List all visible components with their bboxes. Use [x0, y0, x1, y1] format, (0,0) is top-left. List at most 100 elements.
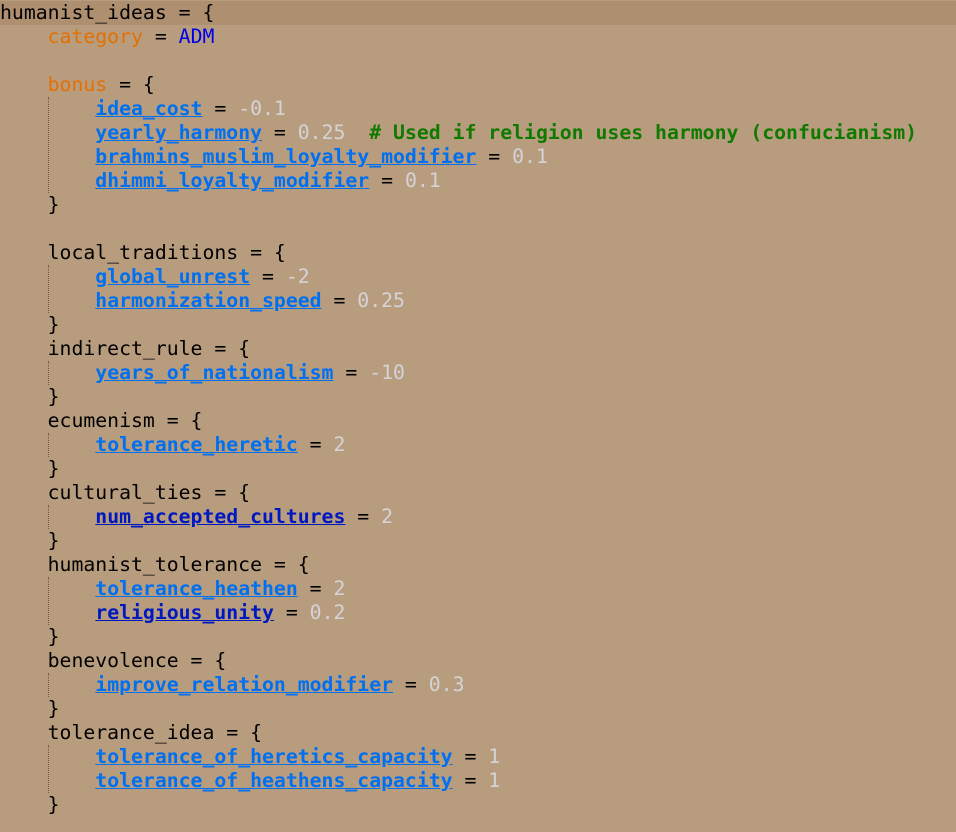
number-token: 0.1 [404, 169, 441, 192]
code-text: } [0, 697, 60, 720]
code-line[interactable]: } [0, 625, 60, 649]
code-text: } [0, 529, 60, 552]
code-line[interactable]: bonus = { [0, 73, 155, 97]
code-line[interactable]: benevolence = { [0, 649, 227, 673]
code-line[interactable]: idea_cost = -0.1 [0, 97, 286, 121]
code-text: } [0, 385, 60, 408]
code-line[interactable]: tolerance_of_heretics_capacity = 1 [0, 745, 500, 769]
code-text: local_traditions = { [0, 241, 286, 264]
code-text: benevolence = { [0, 649, 227, 672]
code-line[interactable]: } [0, 793, 60, 817]
code-line[interactable]: } [0, 193, 60, 217]
code-text: } [0, 793, 60, 816]
modifier-token: tolerance_heretic [95, 433, 298, 456]
modifier-token: yearly_harmony [95, 121, 263, 144]
code-text: tolerance_idea = { [0, 721, 263, 744]
modifier-token: harmonization_speed [95, 289, 322, 312]
code-text: = [142, 25, 179, 48]
comment-token: # Used if religion uses harmony (confuci… [369, 121, 918, 144]
number-token: -2 [285, 265, 310, 288]
code-line[interactable]: local_traditions = { [0, 241, 286, 265]
modifier-token: global_unrest [95, 265, 251, 288]
code-line[interactable]: } [0, 385, 60, 409]
number-token: 2 [381, 505, 394, 528]
code-line[interactable]: num_accepted_cultures = 2 [0, 505, 393, 529]
code-line[interactable]: brahmins_muslim_loyalty_modifier = 0.1 [0, 145, 548, 169]
indent-guide [48, 265, 49, 313]
code-line[interactable]: humanist_tolerance = { [0, 553, 310, 577]
code-text: = [202, 97, 239, 120]
code-text: indirect_rule = { [0, 337, 251, 360]
code-text: = [393, 673, 429, 696]
modifier-token: tolerance_of_heathens_capacity [95, 769, 453, 792]
code-text: } [0, 313, 60, 336]
code-line[interactable]: religious_unity = 0.2 [0, 601, 345, 625]
code-text: = [476, 145, 513, 168]
code-text: = [321, 289, 358, 312]
indent-guide [48, 97, 49, 193]
code-text: cultural_ties = { [0, 481, 251, 504]
modifier-token: improve_relation_modifier [95, 673, 394, 696]
code-line[interactable]: } [0, 529, 60, 553]
code-line[interactable]: indirect_rule = { [0, 337, 250, 361]
modifier-token: years_of_nationalism [95, 361, 334, 384]
indent-guide [48, 433, 49, 457]
number-token: 0.2 [309, 601, 346, 624]
code-line[interactable]: tolerance_idea = { [0, 721, 262, 745]
code-text: = [333, 361, 370, 384]
modifier-token: dhimmi_loyalty_modifier [95, 169, 370, 192]
code-line[interactable]: tolerance_heathen = 2 [0, 577, 345, 601]
number-token: 2 [333, 433, 346, 456]
code-line[interactable]: tolerance_of_heathens_capacity = 1 [0, 769, 500, 793]
code-line[interactable]: ecumenism = { [0, 409, 203, 433]
code-text: = [369, 169, 405, 192]
code-text: humanist_ideas = { [0, 1, 215, 24]
keyword-token: category [47, 25, 143, 48]
number-token: -0.1 [238, 97, 286, 120]
code-text: } [0, 193, 60, 216]
number-token: 1 [488, 745, 501, 768]
indent-guide [48, 577, 49, 625]
code-line[interactable]: years_of_nationalism = -10 [0, 361, 405, 385]
number-token: 0.3 [428, 673, 465, 696]
code-line[interactable]: cultural_ties = { [0, 481, 250, 505]
code-line[interactable]: } [0, 313, 60, 337]
code-text: = { [107, 73, 155, 96]
modifier-token: tolerance_of_heretics_capacity [95, 745, 453, 768]
code-text: = [345, 505, 382, 528]
indent-guide [48, 673, 49, 697]
indent-guide [48, 361, 49, 385]
indent-guide [48, 745, 49, 793]
modifier-token: religious_unity [95, 601, 274, 624]
code-line[interactable]: yearly_harmony = 0.25 # Used if religion… [0, 121, 917, 145]
code-line[interactable]: category = ADM [0, 25, 215, 49]
constant-token: ADM [178, 25, 215, 48]
code-text: = [452, 745, 489, 768]
code-text: = [250, 265, 286, 288]
code-text: = [297, 433, 334, 456]
number-token: 0.25 [297, 121, 346, 144]
code-line-current[interactable]: humanist_ideas = { [0, 1, 956, 25]
code-text: humanist_tolerance = { [0, 553, 310, 576]
indent-guide [48, 505, 49, 529]
code-line[interactable]: global_unrest = -2 [0, 265, 310, 289]
code-text: ecumenism = { [0, 409, 203, 432]
code-text: } [0, 457, 60, 480]
code-editor[interactable]: humanist_ideas = { category = ADM bonus … [0, 0, 956, 832]
code-text: = [452, 769, 489, 792]
modifier-token: idea_cost [95, 97, 203, 120]
code-line[interactable]: improve_relation_modifier = 0.3 [0, 673, 464, 697]
code-line[interactable]: } [0, 457, 60, 481]
code-text: } [0, 625, 60, 648]
modifier-token: tolerance_heathen [95, 577, 298, 600]
code-text: = [297, 577, 334, 600]
number-token: 0.1 [512, 145, 548, 168]
code-line[interactable]: dhimmi_loyalty_modifier = 0.1 [0, 169, 441, 193]
number-token: 0.25 [357, 289, 405, 312]
code-line[interactable]: } [0, 697, 60, 721]
code-line[interactable]: harmonization_speed = 0.25 [0, 289, 405, 313]
code-line[interactable]: tolerance_heretic = 2 [0, 433, 345, 457]
